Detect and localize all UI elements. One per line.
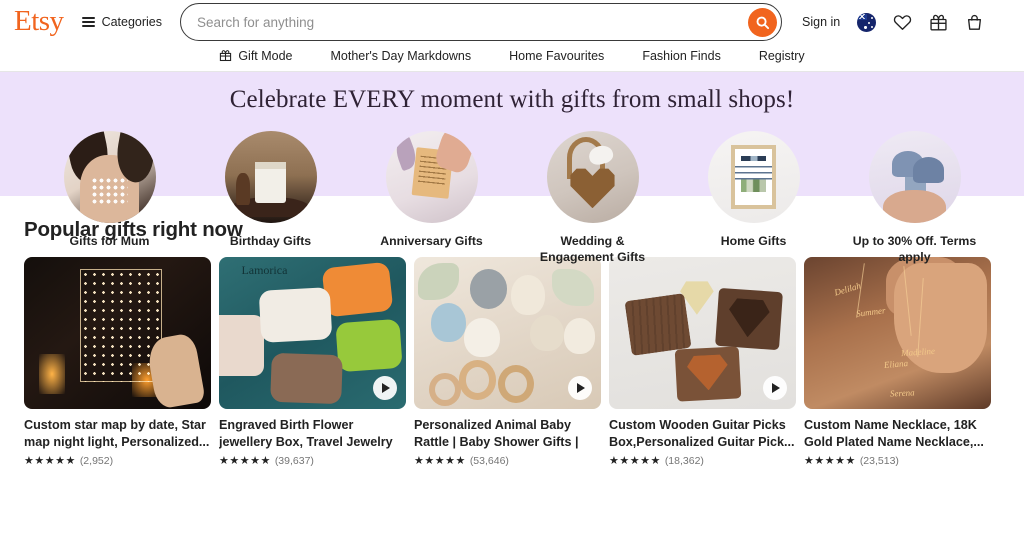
product-image[interactable] [609, 257, 796, 409]
star-rating-icon: ★★★★★ [219, 454, 271, 467]
categories-label: Categories [101, 15, 163, 29]
cart-icon[interactable] [965, 13, 984, 32]
star-rating-icon: ★★★★★ [609, 454, 661, 467]
category-up-to-30-percent-off[interactable]: Up to 30% Off. Terms apply [851, 131, 979, 265]
subnav-item-registry[interactable]: Registry [759, 49, 805, 63]
category-anniversary-gifts[interactable]: Anniversary Gifts [368, 131, 496, 265]
necklace-name: Eliana [884, 357, 909, 370]
category-label: Up to 30% Off. Terms apply [852, 234, 977, 264]
category-wedding-engagement-gifts[interactable]: Wedding & Engagement Gifts [529, 131, 657, 265]
gift-icon [220, 50, 232, 62]
play-video-icon[interactable] [568, 376, 592, 400]
product-rating: ★★★★★ (2,952) [24, 455, 211, 467]
necklace-name: Summer [855, 305, 887, 319]
subnav-item-gift-mode[interactable]: Gift Mode [219, 48, 293, 63]
review-count: (23,513) [859, 455, 899, 467]
review-count: (53,646) [469, 455, 509, 467]
category-image [546, 131, 639, 223]
category-image [385, 131, 478, 223]
product-card[interactable]: Personalized Animal Baby Rattle | Baby S… [414, 257, 601, 467]
etsy-logo[interactable]: Etsy [14, 6, 64, 38]
review-count: (2,952) [79, 455, 114, 467]
category-label: Birthday Gifts [229, 234, 312, 248]
product-rating: ★★★★★ (53,646) [414, 455, 601, 467]
header-actions: Sign in [802, 12, 988, 32]
product-card[interactable]: Delilah Summer Madeline Eliana Serena Cu… [804, 257, 991, 467]
category-image [63, 131, 156, 223]
necklace-name: Serena [889, 387, 915, 399]
product-title: Personalized Animal Baby Rattle | Baby S… [414, 418, 579, 449]
product-title: Custom Name Necklace, 18K Gold Plated Na… [804, 418, 984, 449]
secondary-nav: Gift Mode Mother's Day Markdowns Home Fa… [0, 44, 1024, 72]
sign-in-link[interactable]: Sign in [802, 15, 840, 29]
product-image[interactable]: Lamorica [219, 257, 406, 409]
site-header: Etsy Categories Sign in [0, 0, 1024, 44]
subnav-item-home-favourites[interactable]: Home Favourites [509, 49, 604, 63]
gift-icon[interactable] [929, 13, 948, 32]
product-image[interactable]: Delilah Summer Madeline Eliana Serena [804, 257, 991, 409]
promo-banner: Celebrate EVERY moment with gifts from s… [0, 72, 1024, 264]
category-image [707, 131, 800, 223]
product-title: Custom star map by date, Star map night … [24, 418, 210, 449]
review-count: (18,362) [664, 455, 704, 467]
category-birthday-gifts[interactable]: Birthday Gifts [207, 131, 335, 265]
category-image [224, 131, 317, 223]
review-count: (39,637) [274, 455, 314, 467]
subnav-item-fashion-finds[interactable]: Fashion Finds [642, 49, 721, 63]
banner-headline: Celebrate EVERY moment with gifts from s… [229, 86, 795, 113]
product-card[interactable]: Custom Wooden Guitar Picks Box,Personali… [609, 257, 796, 467]
necklace-name: Delilah [833, 280, 862, 298]
search-input[interactable] [197, 14, 749, 30]
product-image[interactable] [24, 257, 211, 409]
search-bar[interactable] [180, 3, 783, 41]
star-rating-icon: ★★★★★ [804, 454, 856, 467]
product-rating: ★★★★★ (39,637) [219, 455, 406, 467]
subnav-label: Gift Mode [238, 48, 293, 63]
product-card[interactable]: Lamorica Engraved Birth Flower jewellery… [219, 257, 406, 467]
category-gifts-for-mum[interactable]: Gifts for Mum [46, 131, 174, 265]
subnav-label: Registry [758, 48, 805, 63]
star-rating-icon: ★★★★★ [414, 454, 466, 467]
star-rating-icon: ★★★★★ [24, 454, 76, 467]
search-button[interactable] [748, 7, 778, 37]
product-rating: ★★★★★ (23,513) [804, 455, 991, 467]
category-label: Gifts for Mum [69, 234, 150, 248]
categories-button[interactable]: Categories [81, 15, 163, 29]
category-image [868, 131, 961, 223]
necklace-name: Madeline [900, 345, 936, 358]
category-label: Anniversary Gifts [380, 234, 483, 248]
heart-icon[interactable] [893, 13, 912, 32]
category-label: Wedding & Engagement Gifts [539, 234, 646, 264]
product-image[interactable] [414, 257, 601, 409]
category-home-gifts[interactable]: Home Gifts [690, 131, 818, 265]
subnav-label: Fashion Finds [642, 48, 721, 63]
subnav-label: Mother's Day Markdowns [330, 48, 472, 63]
product-title: Custom Wooden Guitar Picks Box,Personali… [609, 418, 795, 449]
product-card[interactable]: Custom star map by date, Star map night … [24, 257, 211, 467]
product-grid: Custom star map by date, Star map night … [24, 257, 1000, 467]
play-video-icon[interactable] [373, 376, 397, 400]
subnav-item-mothers-day-markdowns[interactable]: Mother's Day Markdowns [331, 49, 472, 63]
category-label: Home Gifts [720, 234, 787, 248]
play-video-icon[interactable] [763, 376, 787, 400]
region-flag-icon[interactable] [857, 12, 877, 32]
search-icon [756, 16, 770, 29]
subnav-label: Home Favourites [509, 48, 605, 63]
product-rating: ★★★★★ (18,362) [609, 455, 796, 467]
product-title: Engraved Birth Flower jewellery Box, Tra… [219, 418, 393, 449]
category-circle-list: Gifts for Mum Birthday Gifts Anniversary… [0, 131, 1024, 265]
hamburger-icon [81, 17, 95, 27]
